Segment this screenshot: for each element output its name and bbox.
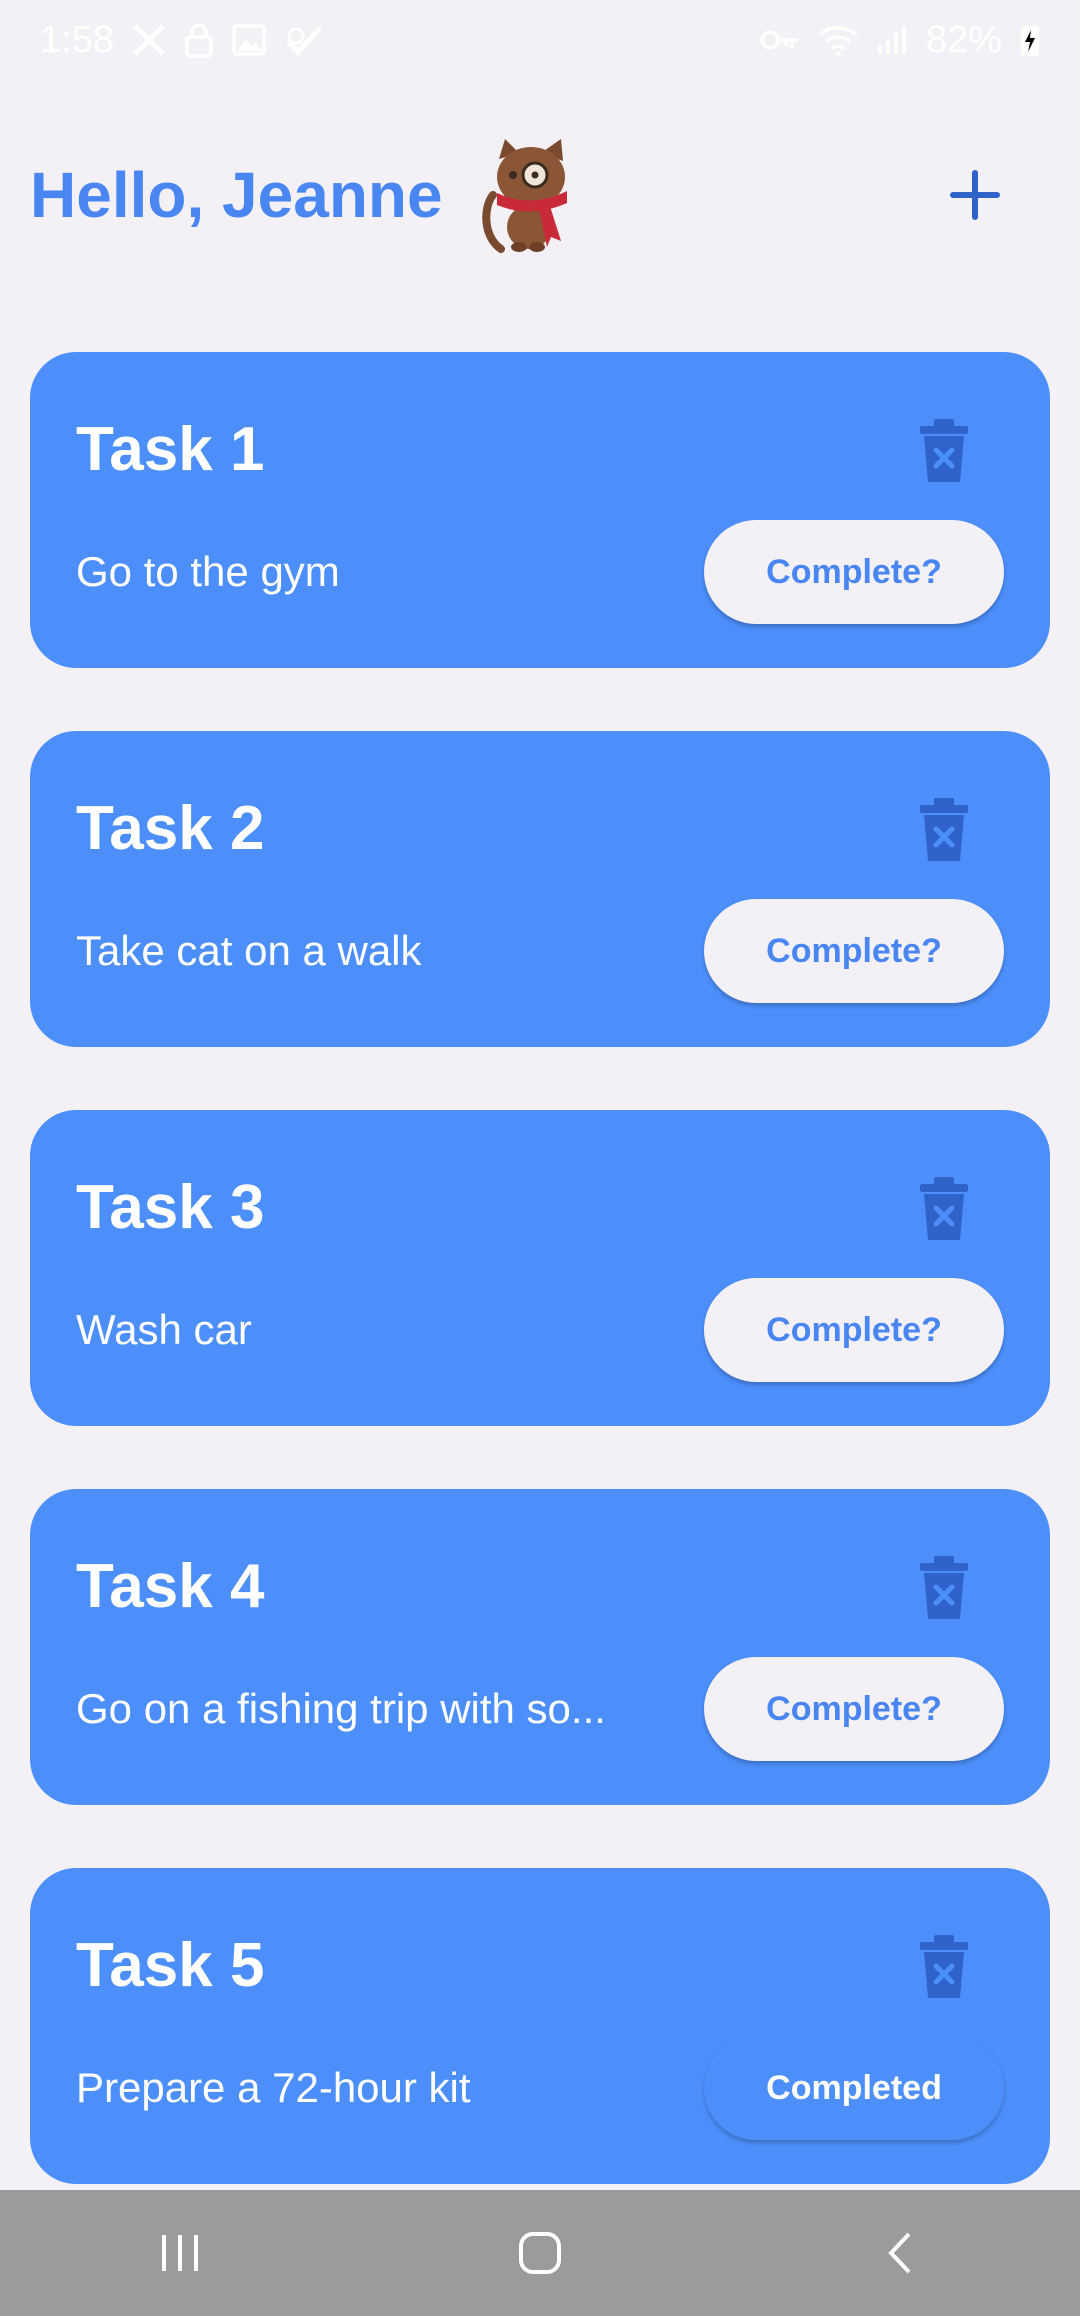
trash-icon: [920, 1556, 968, 1619]
task-card: Task 4 Go on a fishing trip with so... C…: [30, 1489, 1050, 1805]
task-description: Prepare a 72-hour kit: [76, 2064, 471, 2111]
task-card: Task 3 Wash car Complete?: [30, 1110, 1050, 1426]
task-description: Take cat on a walk: [76, 927, 422, 974]
delete-task-button[interactable]: [914, 795, 974, 865]
delete-task-button[interactable]: [914, 1174, 974, 1244]
task-card: Task 1 Go to the gym Complete?: [30, 352, 1050, 668]
complete-button[interactable]: Complete?: [704, 520, 1004, 624]
task-card: Task 2 Take cat on a walk Complete?: [30, 731, 1050, 1047]
gallery-icon: [232, 24, 266, 56]
task-description: Go on a fishing trip with so...: [76, 1685, 606, 1732]
wifi-icon: [818, 23, 858, 57]
home-button[interactable]: [480, 2203, 600, 2303]
trash-icon: [920, 1177, 968, 1240]
task-description: Go to the gym: [76, 548, 340, 595]
task-card: Task 5 Prepare a 72-hour kit Completed: [30, 1868, 1050, 2184]
lock-icon: [184, 22, 214, 58]
recent-apps-button[interactable]: [120, 2203, 240, 2303]
navigation-bar: [0, 2190, 1080, 2316]
task-title: Task 4: [76, 1552, 265, 1621]
plus-icon: [950, 170, 1000, 220]
status-right: 82%: [760, 19, 1040, 62]
task-list: Task 1 Go to the gym Complete? Task 2 Ta…: [30, 352, 1050, 2247]
complete-button[interactable]: Complete?: [704, 1278, 1004, 1382]
task-title: Task 3: [76, 1173, 265, 1242]
home-icon: [519, 2232, 561, 2274]
status-left: 1:58: [40, 19, 324, 62]
trash-icon: [920, 1935, 968, 1998]
signal-icon: [876, 24, 908, 56]
battery-percentage: 82%: [925, 18, 1002, 61]
complete-button[interactable]: Complete?: [704, 899, 1004, 1003]
recent-apps-icon: [162, 2235, 198, 2271]
task-description: Wash car: [76, 1306, 252, 1353]
delete-task-button[interactable]: [914, 1932, 974, 2002]
back-button[interactable]: [840, 2203, 960, 2303]
x-app-icon: [132, 23, 166, 57]
check-badge-icon: [284, 22, 324, 58]
task-title: Task 5: [76, 1931, 265, 2000]
back-icon: [888, 2232, 911, 2274]
task-title: Task 2: [76, 794, 265, 863]
add-task-button[interactable]: [930, 150, 1020, 240]
key-icon: [760, 28, 800, 52]
status-time: 1:58: [40, 18, 114, 61]
screen: 1:58 82% Hello, Jeanne Task 1 Go to the …: [0, 0, 1080, 2316]
complete-button[interactable]: Complete?: [704, 1657, 1004, 1761]
trash-icon: [920, 419, 968, 482]
greeting-title: Hello, Jeanne: [30, 159, 443, 231]
delete-task-button[interactable]: [914, 1553, 974, 1623]
trash-icon: [920, 798, 968, 861]
cat-avatar-icon: [479, 137, 583, 253]
delete-task-button[interactable]: [914, 416, 974, 486]
completed-button[interactable]: Completed: [704, 2036, 1004, 2140]
battery-charging-icon: [1020, 23, 1040, 57]
task-title: Task 1: [76, 415, 265, 484]
header: Hello, Jeanne: [30, 130, 1050, 260]
status-bar: 1:58 82%: [0, 0, 1080, 80]
